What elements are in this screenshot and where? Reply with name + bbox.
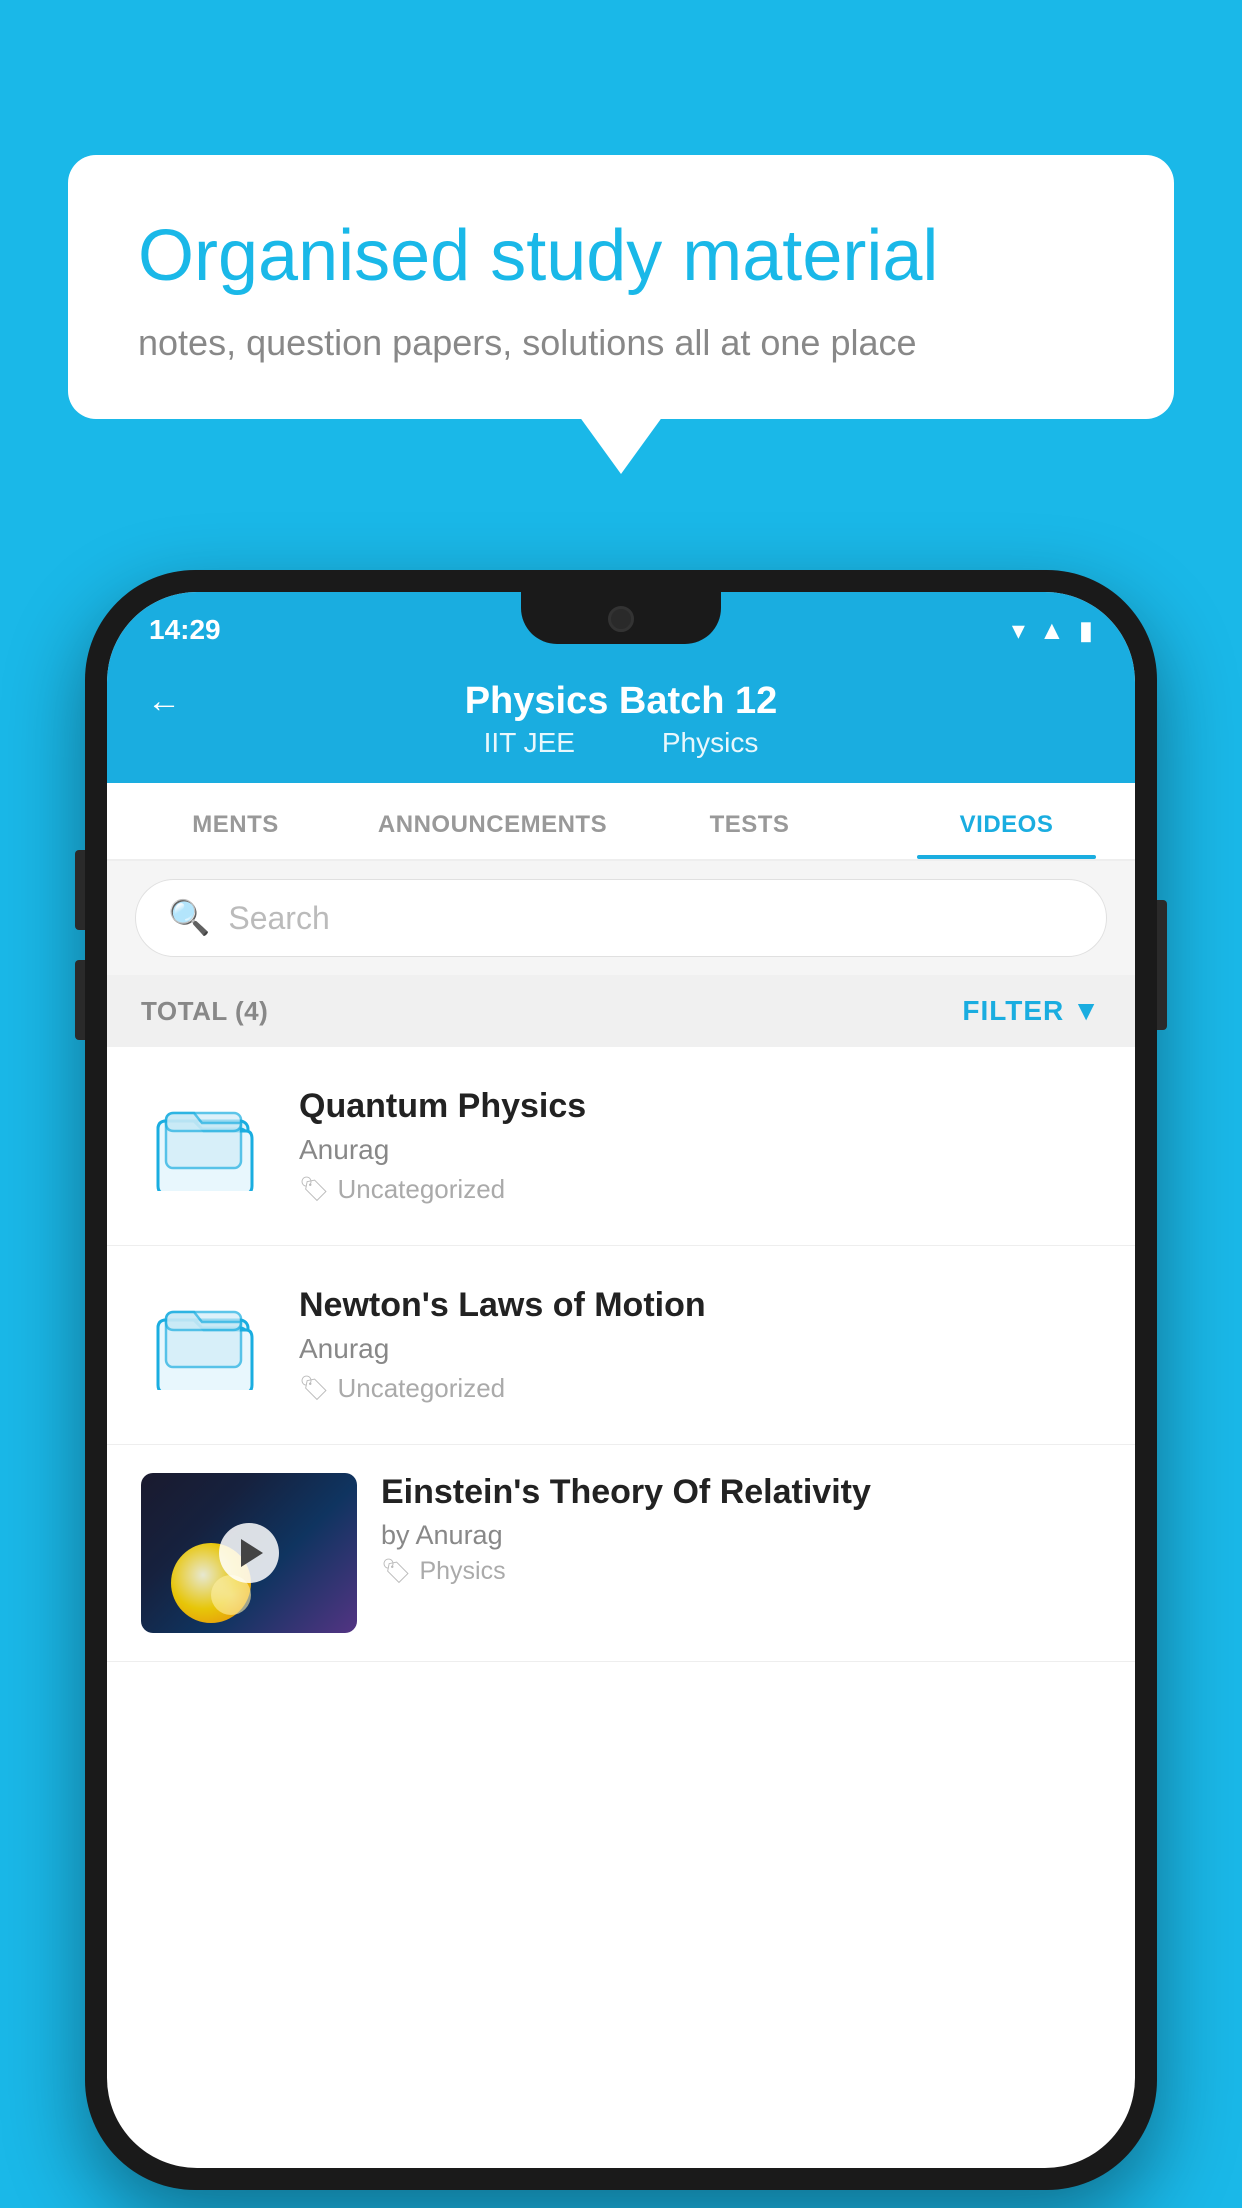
play-button[interactable] bbox=[219, 1523, 279, 1583]
video-title-3: Einstein's Theory Of Relativity bbox=[381, 1473, 1101, 1512]
video-item[interactable]: Quantum Physics Anurag 🏷 Uncategorized bbox=[107, 1047, 1135, 1246]
phone-screen: 14:29 ▾ ▲ ▮ ← Physics Batch 12 IIT JEE P… bbox=[107, 592, 1135, 2168]
search-icon: 🔍 bbox=[168, 898, 210, 938]
front-camera bbox=[608, 606, 634, 632]
tabs-bar: MENTS ANNOUNCEMENTS TESTS VIDEOS bbox=[107, 783, 1135, 861]
volume-up-button bbox=[75, 850, 85, 930]
video-tag-2: 🏷 Uncategorized bbox=[299, 1373, 1101, 1404]
signal-icon: ▲ bbox=[1039, 615, 1065, 646]
video-list: Quantum Physics Anurag 🏷 Uncategorized bbox=[107, 1047, 1135, 1662]
header-subtitle: IIT JEE Physics bbox=[472, 727, 771, 759]
tab-announcements[interactable]: ANNOUNCEMENTS bbox=[364, 783, 621, 859]
power-button bbox=[1157, 900, 1167, 1030]
video-author-2: Anurag bbox=[299, 1333, 1101, 1365]
tag-icon-1: 🏷 bbox=[299, 1175, 329, 1204]
header-subtitle-sep bbox=[607, 727, 630, 758]
battery-icon: ▮ bbox=[1079, 615, 1093, 646]
back-arrow-icon[interactable]: ← bbox=[147, 682, 181, 721]
tag-icon-2: 🏷 bbox=[299, 1374, 329, 1403]
filter-button[interactable]: FILTER ▼ bbox=[962, 995, 1101, 1027]
total-count-label: TOTAL (4) bbox=[141, 996, 268, 1027]
search-bar-wrapper: 🔍 Search bbox=[107, 861, 1135, 975]
header-subtitle-iitjee: IIT JEE bbox=[484, 727, 575, 758]
video-tag-3: 🏷 Physics bbox=[381, 1557, 1101, 1586]
header-title: Physics Batch 12 bbox=[465, 680, 778, 723]
video-info-1: Quantum Physics Anurag 🏷 Uncategorized bbox=[299, 1087, 1101, 1205]
phone-shell: 14:29 ▾ ▲ ▮ ← Physics Batch 12 IIT JEE P… bbox=[85, 570, 1157, 2190]
video-thumbnail-3 bbox=[141, 1473, 357, 1633]
status-icons: ▾ ▲ ▮ bbox=[1012, 615, 1093, 646]
phone-notch bbox=[521, 592, 721, 644]
video-author-1: Anurag bbox=[299, 1134, 1101, 1166]
video-item[interactable]: Newton's Laws of Motion Anurag 🏷 Uncateg… bbox=[107, 1246, 1135, 1445]
filter-bar: TOTAL (4) FILTER ▼ bbox=[107, 975, 1135, 1047]
video-item-with-thumb[interactable]: Einstein's Theory Of Relativity by Anura… bbox=[107, 1445, 1135, 1662]
video-title-2: Newton's Laws of Motion bbox=[299, 1286, 1101, 1325]
tab-ments[interactable]: MENTS bbox=[107, 783, 364, 859]
video-thumbnail-1 bbox=[141, 1081, 271, 1211]
filter-icon: ▼ bbox=[1072, 995, 1101, 1027]
play-triangle-icon bbox=[241, 1539, 263, 1567]
video-title-1: Quantum Physics bbox=[299, 1087, 1101, 1126]
video-info-2: Newton's Laws of Motion Anurag 🏷 Uncateg… bbox=[299, 1286, 1101, 1404]
speech-bubble: Organised study material notes, question… bbox=[68, 155, 1174, 419]
wifi-icon: ▾ bbox=[1012, 615, 1025, 646]
video-info-3: Einstein's Theory Of Relativity by Anura… bbox=[357, 1473, 1101, 1586]
app-header: ← Physics Batch 12 IIT JEE Physics bbox=[107, 660, 1135, 783]
video-thumbnail-2 bbox=[141, 1280, 271, 1410]
search-input[interactable]: Search bbox=[228, 900, 329, 937]
video-author-3: by Anurag bbox=[381, 1520, 1101, 1551]
status-time: 14:29 bbox=[149, 614, 221, 646]
video-tag-1: 🏷 Uncategorized bbox=[299, 1174, 1101, 1205]
search-bar[interactable]: 🔍 Search bbox=[135, 879, 1107, 957]
bubble-subtitle: notes, question papers, solutions all at… bbox=[138, 322, 1104, 364]
header-subtitle-physics: Physics bbox=[662, 727, 758, 758]
volume-down-button bbox=[75, 960, 85, 1040]
speech-bubble-card: Organised study material notes, question… bbox=[68, 155, 1174, 419]
filter-label: FILTER bbox=[962, 995, 1064, 1027]
tab-videos[interactable]: VIDEOS bbox=[878, 783, 1135, 859]
tab-tests[interactable]: TESTS bbox=[621, 783, 878, 859]
bubble-title: Organised study material bbox=[138, 215, 1104, 298]
tag-icon-3: 🏷 bbox=[381, 1557, 411, 1586]
